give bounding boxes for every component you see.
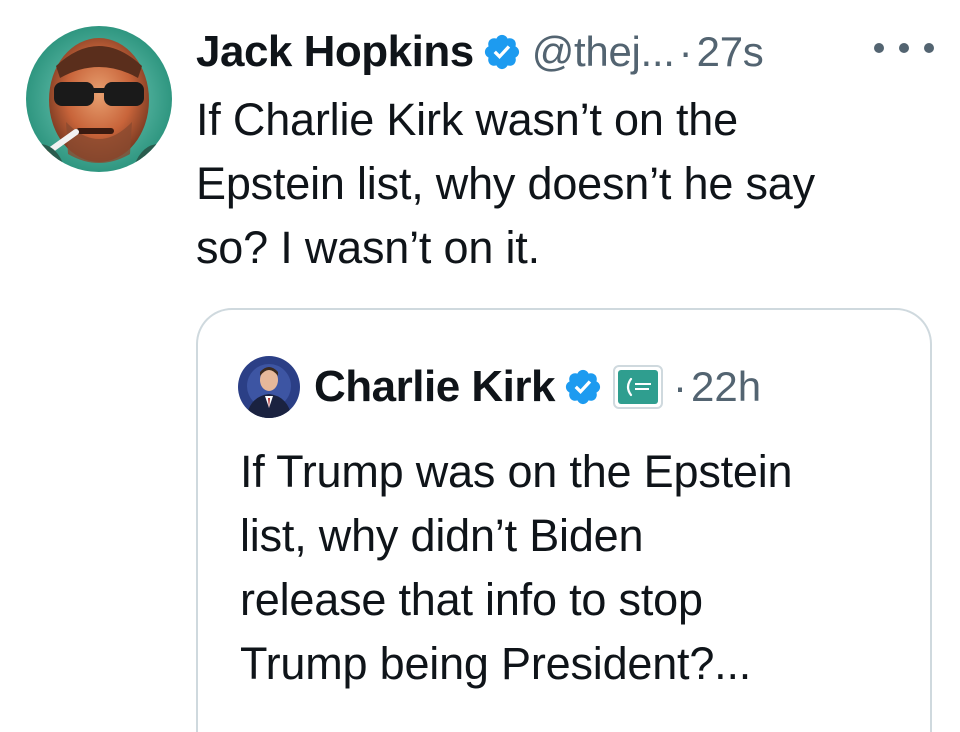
author-handle[interactable]: @thej...	[532, 28, 675, 76]
more-dot	[924, 43, 934, 53]
timestamp[interactable]: 27s	[697, 28, 764, 76]
quoted-author-avatar[interactable]	[238, 356, 300, 418]
author-avatar[interactable]	[26, 26, 172, 172]
more-dot	[874, 43, 884, 53]
separator-dot: ·	[678, 28, 693, 75]
quoted-tweet-text: If Trump was on the Epstein list, why di…	[240, 446, 793, 689]
quoted-avatar-image	[238, 356, 300, 418]
more-horizontal-icon[interactable]	[874, 28, 934, 68]
verified-badge-icon[interactable]	[482, 32, 522, 72]
affiliation-badge-icon[interactable]	[612, 365, 663, 409]
tweet-text: If Charlie Kirk wasn’t on the Epstein li…	[196, 94, 815, 273]
separator-dot: ·	[672, 363, 687, 410]
quoted-author-display-name[interactable]: Charlie Kirk	[314, 362, 555, 412]
author-display-name[interactable]: Jack Hopkins	[196, 27, 474, 77]
tweet-header: Jack Hopkins @thej... · 27s	[196, 24, 764, 80]
quoted-tweet-header: Charlie Kirk · 22h	[314, 356, 761, 418]
avatar-image	[26, 26, 172, 172]
more-dot	[899, 43, 909, 53]
verified-badge-icon[interactable]	[563, 367, 603, 407]
quoted-tweet-card[interactable]: Charlie Kirk · 22h If Trump was on the E…	[196, 308, 932, 732]
tweet[interactable]: Jack Hopkins @thej... · 27s If Charlie K…	[0, 0, 960, 732]
quoted-timestamp[interactable]: 22h	[691, 363, 761, 411]
turning-point-logo	[626, 377, 651, 397]
